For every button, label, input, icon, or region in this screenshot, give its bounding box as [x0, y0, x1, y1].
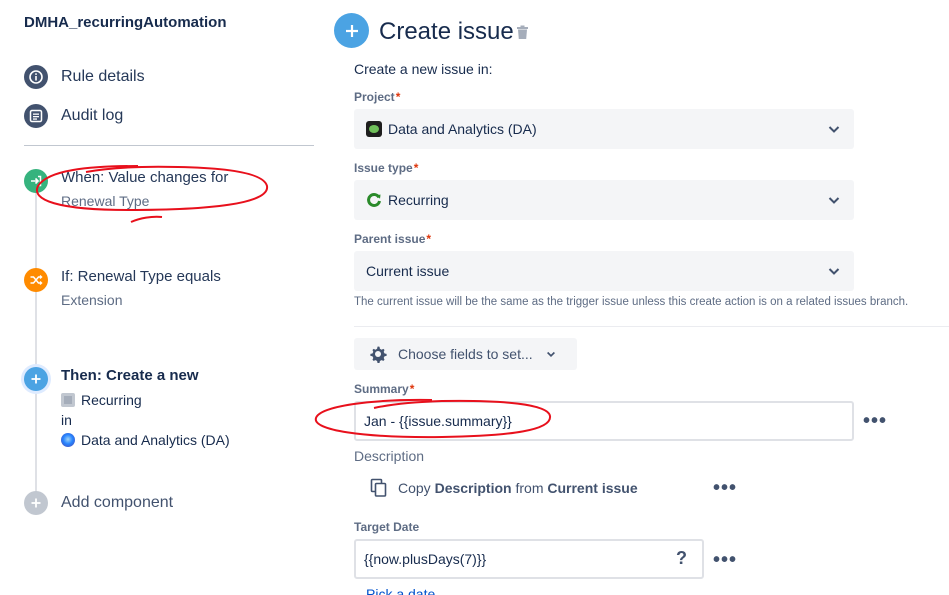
- audit-log-icon: [24, 104, 48, 128]
- trigger-title: When: Value changes for: [61, 169, 229, 186]
- chevron-down-icon: [828, 268, 840, 275]
- copy-prefix: Copy: [398, 480, 431, 496]
- gear-icon: [370, 346, 387, 363]
- flow-step-condition[interactable]: If: Renewal Type equals Extension: [24, 268, 221, 309]
- project-avatar-icon: [61, 433, 75, 447]
- action-title: Then: Create a new: [61, 367, 199, 384]
- flow-step-trigger[interactable]: When: Value changes for Renewal Type: [24, 169, 228, 210]
- parent-issue-helper: The current issue will be the same as th…: [354, 296, 909, 308]
- summary-input[interactable]: Jan - {{issue.summary}}: [354, 401, 854, 441]
- nav-rule-details[interactable]: Rule details: [24, 65, 145, 89]
- parent-issue-value: Current issue: [366, 263, 450, 279]
- trigger-subtitle: Renewal Type: [61, 193, 150, 209]
- nav-audit-log-label: Audit log: [61, 107, 124, 124]
- project-label: Project*: [354, 90, 401, 104]
- recurring-icon: [367, 193, 381, 207]
- target-date-more-button[interactable]: •••: [713, 550, 737, 570]
- description-copy-option[interactable]: Copy Description from Current issue: [370, 478, 638, 498]
- info-icon: [24, 65, 48, 89]
- target-date-input[interactable]: {{now.plusDays(7)}}: [354, 539, 704, 579]
- summary-value: Jan - {{issue.summary}}: [364, 413, 512, 429]
- rule-title: DMHA_recurringAutomation: [24, 14, 227, 31]
- description-more-button[interactable]: •••: [713, 478, 737, 498]
- description-label: Description: [354, 448, 425, 464]
- shuffle-icon: [24, 268, 48, 292]
- condition-title: If: Renewal Type equals: [61, 268, 221, 285]
- panel-intro: Create a new issue in:: [354, 61, 493, 77]
- issue-type-label: Issue type*: [354, 161, 419, 175]
- action-connector: in: [61, 412, 72, 428]
- trash-icon[interactable]: [516, 25, 529, 45]
- panel-title: Create issue: [379, 18, 514, 45]
- chevron-down-icon: [828, 126, 840, 133]
- pick-date-link[interactable]: Pick a date: [366, 586, 435, 595]
- nav-rule-details-label: Rule details: [61, 68, 145, 85]
- add-component-label: Add component: [61, 494, 174, 511]
- recurring-type-icon: [61, 393, 75, 407]
- trigger-icon: [24, 169, 48, 193]
- parent-issue-select[interactable]: Current issue: [354, 251, 854, 291]
- parent-issue-label: Parent issue*: [354, 232, 432, 246]
- project-icon: [366, 121, 382, 137]
- section-divider: [354, 326, 949, 327]
- copy-icon: [370, 478, 387, 497]
- action-issue-type: Recurring: [81, 392, 142, 408]
- action-project: Data and Analytics (DA): [81, 432, 230, 448]
- target-date-value: {{now.plusDays(7)}}: [364, 551, 487, 567]
- flow-connector-line: [35, 192, 37, 502]
- chevron-down-icon: [546, 351, 555, 358]
- chevron-down-icon: [828, 197, 840, 204]
- summary-label: Summary*: [354, 382, 415, 396]
- add-icon: [24, 491, 48, 515]
- nav-audit-log[interactable]: Audit log: [24, 104, 123, 128]
- add-component-button[interactable]: Add component: [24, 491, 173, 515]
- copy-field: Description: [434, 480, 512, 496]
- copy-middle: from: [515, 480, 544, 496]
- issue-type-select[interactable]: Recurring: [354, 180, 854, 220]
- flow-step-action[interactable]: Then: Create a new Recurring in Data and…: [24, 367, 230, 450]
- choose-fields-label: Choose fields to set...: [398, 346, 533, 362]
- create-issue-plus-icon: [334, 13, 369, 48]
- project-select[interactable]: Data and Analytics (DA): [354, 109, 854, 149]
- summary-more-button[interactable]: •••: [863, 411, 887, 431]
- issue-type-value: Recurring: [388, 192, 449, 208]
- plus-icon: [24, 367, 48, 391]
- choose-fields-button[interactable]: Choose fields to set...: [354, 338, 577, 370]
- project-value: Data and Analytics (DA): [388, 121, 537, 137]
- help-icon[interactable]: ?: [676, 548, 687, 569]
- condition-subtitle: Extension: [61, 292, 123, 308]
- sidebar-divider: [24, 145, 314, 146]
- target-date-label: Target Date: [354, 520, 420, 534]
- copy-source: Current issue: [547, 480, 638, 496]
